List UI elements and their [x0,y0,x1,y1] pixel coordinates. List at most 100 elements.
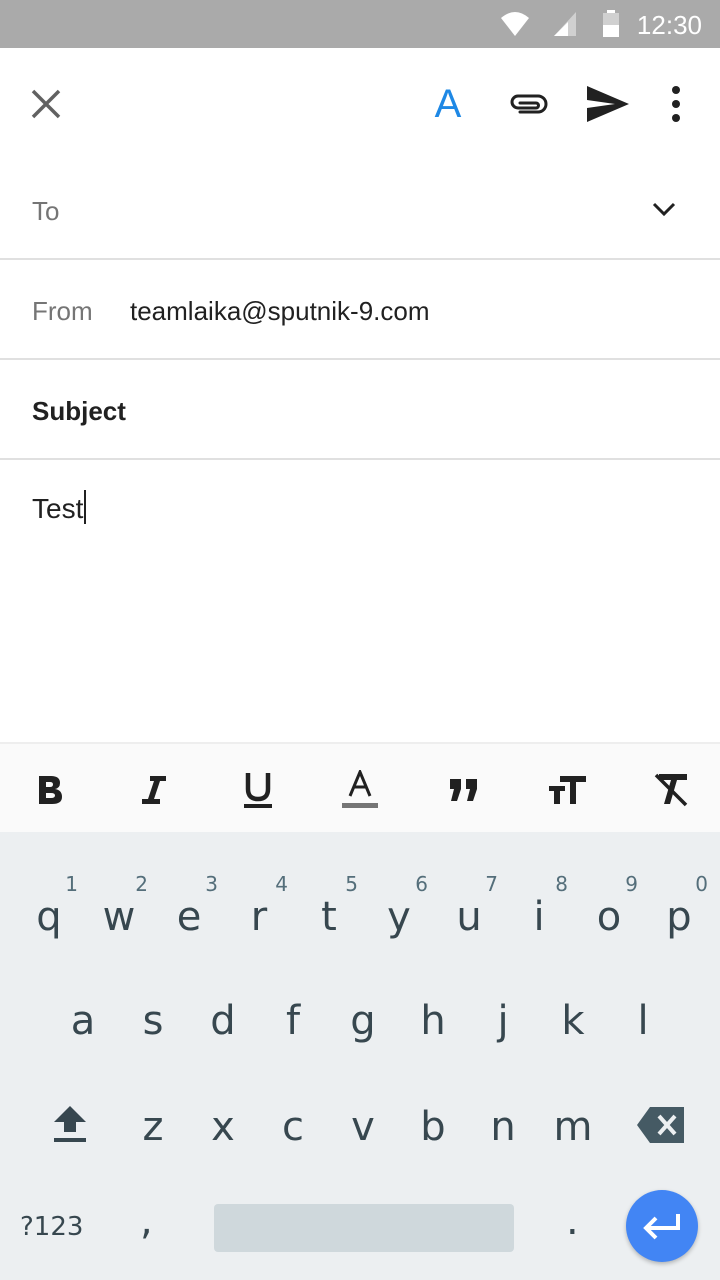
key-label: a [70,998,96,1044]
battery-icon [603,10,619,37]
key-hint: 3 [205,872,218,896]
key-hint: 2 [135,872,148,896]
key-hint: 5 [345,872,358,896]
keyboard-key[interactable]: o9 [574,870,644,960]
period-key[interactable]: . [566,1198,579,1244]
more-options-button[interactable] [644,72,708,136]
key-label: d [210,998,236,1044]
keyboard-key[interactable]: x [188,1080,258,1170]
shift-icon [54,1106,86,1142]
keyboard-key[interactable]: v [328,1080,398,1170]
close-button[interactable] [14,72,78,136]
paperclip-icon [510,94,548,114]
underline-button[interactable] [228,762,288,818]
shift-key[interactable] [32,1072,102,1162]
wifi-icon [501,12,529,36]
key-label: m [553,1104,593,1150]
key-label: y [387,894,411,940]
key-label: p [666,894,692,940]
keyboard-key[interactable]: f [258,974,328,1064]
key-label: s [142,998,164,1044]
key-label: l [637,998,649,1044]
keyboard-key[interactable]: r4 [224,870,294,960]
keyboard: q1w2e3r4t5y6u7i8o9p0 asdfghjkl zxcvbnm ?… [0,832,720,1280]
subject-field[interactable]: Subject [0,360,720,460]
key-label: t [321,894,337,940]
keyboard-key[interactable]: n [468,1080,538,1170]
subject-input[interactable]: Subject [32,396,126,427]
keyboard-key[interactable]: i8 [504,870,574,960]
keyboard-key[interactable]: w2 [84,870,154,960]
keyboard-key[interactable]: a [48,974,118,1064]
format-text-button[interactable]: A [416,72,480,136]
more-vert-icon [672,86,680,122]
format-bar [0,742,720,832]
keyboard-key[interactable]: h [398,974,468,1064]
keyboard-key[interactable]: j [468,974,538,1064]
text-cursor [84,490,87,524]
compose-toolbar: A [0,48,720,160]
enter-key[interactable] [626,1190,698,1262]
key-label: z [142,1104,164,1150]
keyboard-key[interactable]: q1 [14,870,84,960]
keyboard-key[interactable]: l [608,974,678,1064]
clear-format-icon [654,773,688,807]
key-label: q [36,894,62,940]
key-hint: 6 [415,872,428,896]
keyboard-key[interactable]: k [538,974,608,1064]
quote-button[interactable] [434,762,494,818]
keyboard-key[interactable]: b [398,1080,468,1170]
key-label: k [561,998,585,1044]
send-button[interactable] [576,72,640,136]
to-label: To [32,196,60,226]
italic-button[interactable] [124,762,184,818]
key-hint: 0 [695,872,708,896]
symbols-key[interactable]: ?123 [20,1212,83,1242]
key-label: x [211,1104,235,1150]
space-key[interactable] [214,1204,514,1252]
to-field[interactable]: To [0,160,720,260]
compose-body[interactable]: Test [32,490,87,525]
key-label: n [490,1104,516,1150]
enter-icon [643,1214,680,1240]
key-hint: 1 [65,872,78,896]
keyboard-key[interactable]: z [118,1080,188,1170]
key-hint: 7 [485,872,498,896]
underline-icon [244,773,272,808]
key-hint: 9 [625,872,638,896]
body-text: Test [32,493,84,524]
bold-button[interactable] [20,762,80,818]
backspace-key[interactable] [626,1072,696,1162]
text-color-button[interactable] [330,762,390,818]
chevron-down-icon[interactable] [652,202,676,218]
key-label: o [596,894,622,940]
key-label: w [102,894,136,940]
keyboard-key[interactable]: g [328,974,398,1064]
comma-key[interactable]: , [140,1198,153,1244]
keyboard-key[interactable]: s [118,974,188,1064]
italic-icon [142,776,166,804]
quote-icon [450,779,477,801]
keyboard-key[interactable]: p0 [644,870,714,960]
key-label: g [350,998,376,1044]
keyboard-key[interactable]: t5 [294,870,364,960]
from-value: teamlaika@sputnik-9.com [130,296,430,326]
key-label: h [420,998,446,1044]
from-label: From [32,296,93,326]
text-color-icon [342,770,378,808]
key-label: b [420,1104,446,1150]
keyboard-key[interactable]: m [538,1080,608,1170]
key-label: e [176,894,202,940]
from-field[interactable]: From teamlaika@sputnik-9.com [0,260,720,360]
keyboard-key[interactable]: c [258,1080,328,1170]
attach-button[interactable] [496,72,560,136]
keyboard-key[interactable]: u7 [434,870,504,960]
clear-format-button[interactable] [642,762,702,818]
keyboard-key[interactable]: y6 [364,870,434,960]
key-label: v [351,1104,375,1150]
keyboard-key[interactable]: d [188,974,258,1064]
text-size-button[interactable] [538,762,598,818]
key-hint: 4 [275,872,288,896]
keyboard-key[interactable]: e3 [154,870,224,960]
format-text-icon: A [434,81,462,126]
